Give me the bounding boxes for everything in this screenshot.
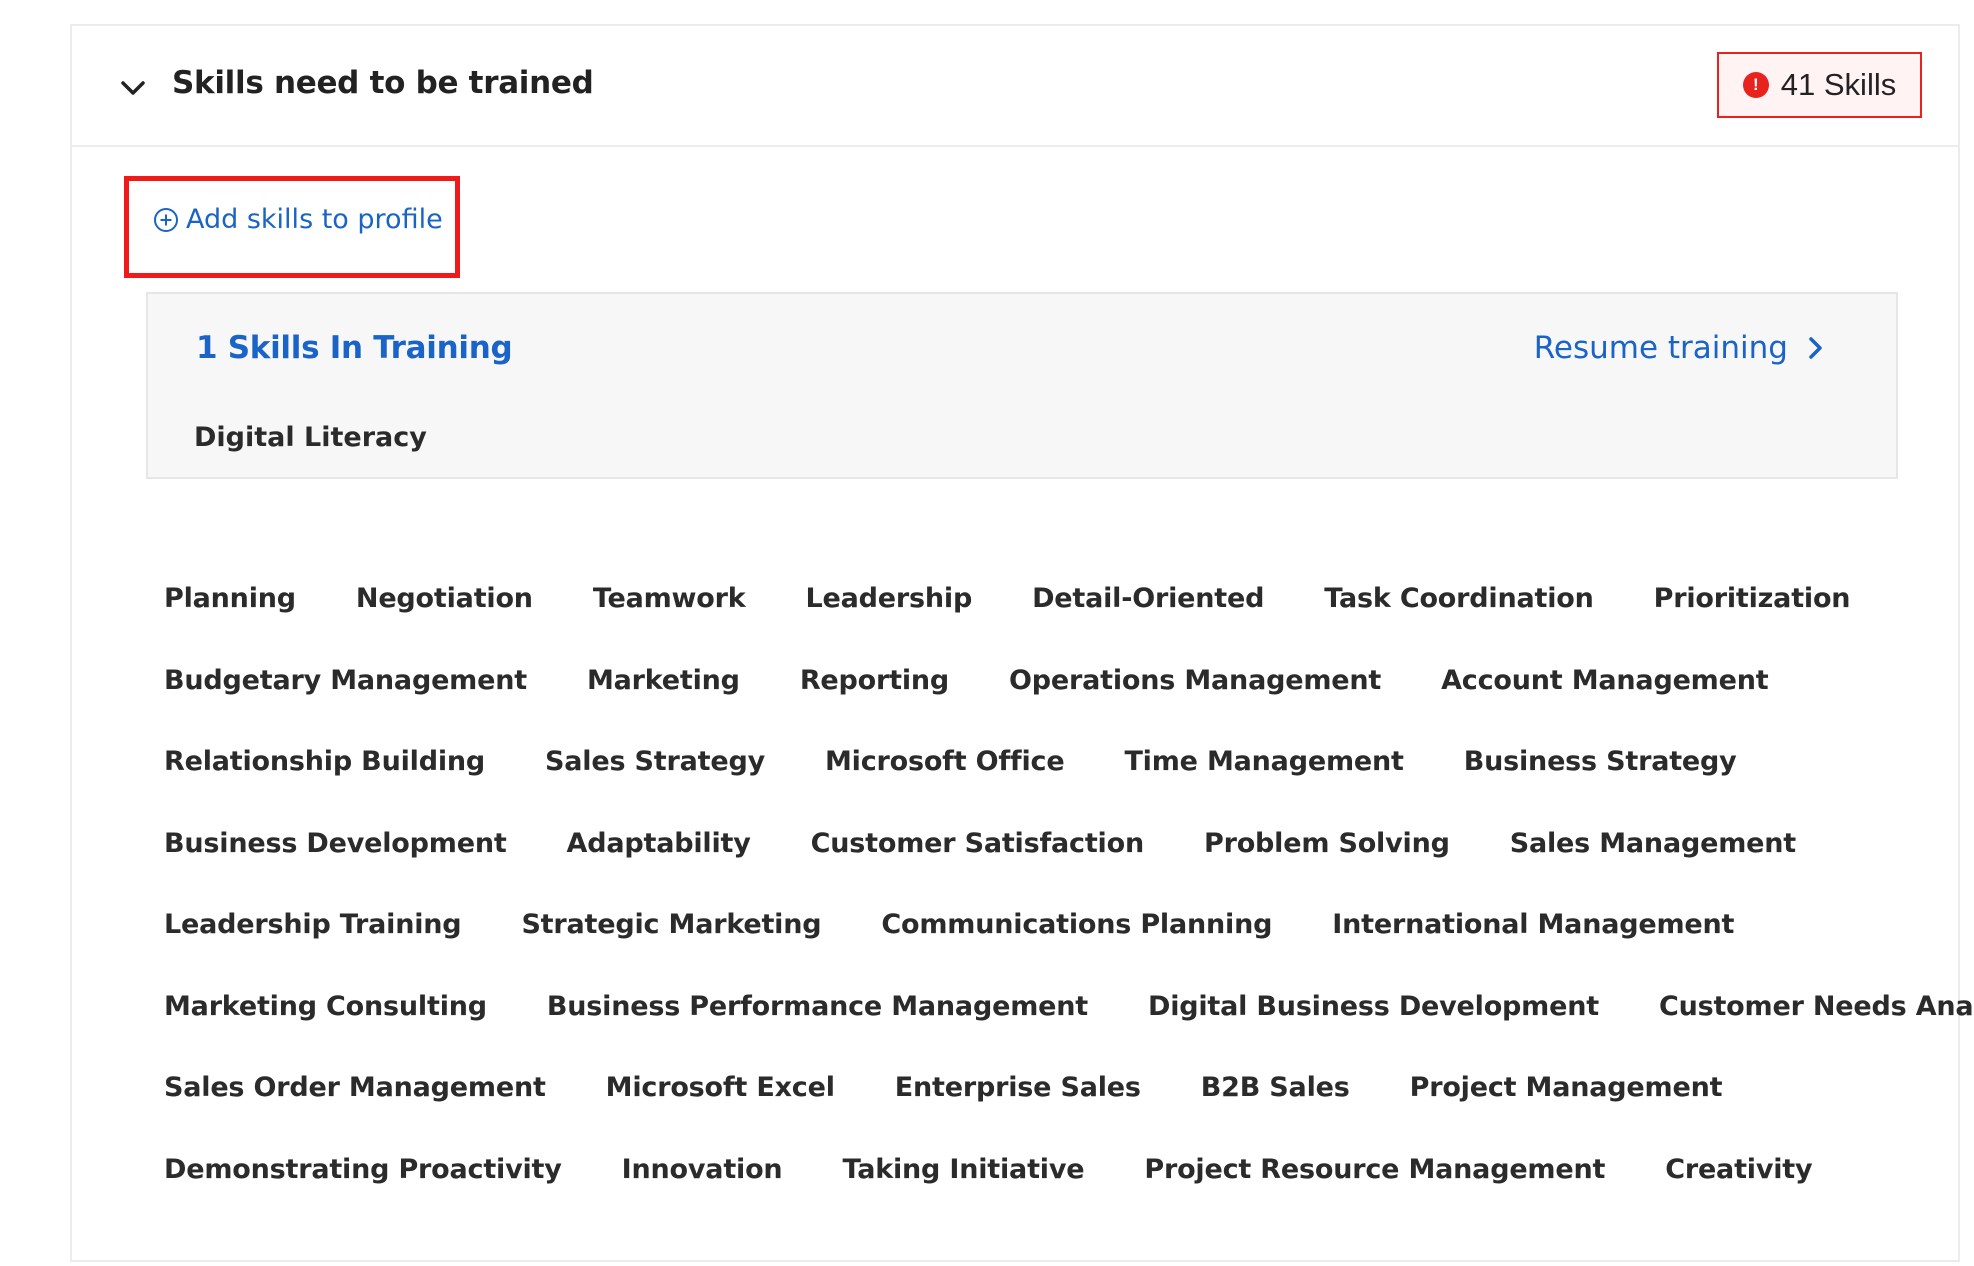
chevron-right-icon <box>1806 332 1826 364</box>
skill-item[interactable]: Negotiation <box>356 582 533 664</box>
skill-item[interactable]: Sales Order Management <box>164 1071 546 1153</box>
skill-item[interactable]: Enterprise Sales <box>895 1071 1141 1153</box>
skills-row: Business Development Adaptability Customer… <box>164 827 1924 909</box>
skill-item[interactable]: Leadership Training <box>164 908 462 990</box>
skill-item[interactable]: Digital Business Development <box>1148 990 1599 1072</box>
training-skill-item: Digital Literacy <box>194 422 427 453</box>
skill-item[interactable]: Business Strategy <box>1464 745 1737 827</box>
skill-item[interactable]: Creativity <box>1665 1153 1812 1235</box>
skill-item[interactable]: Operations Management <box>1009 664 1381 746</box>
resume-training-label: Resume training <box>1533 330 1788 366</box>
skill-item[interactable]: Business Development <box>164 827 507 909</box>
skill-item[interactable]: Microsoft Office <box>825 745 1065 827</box>
add-skills-label: Add skills to profile <box>186 204 443 235</box>
skill-item[interactable]: B2B Sales <box>1201 1071 1350 1153</box>
skill-item[interactable]: Time Management <box>1124 745 1403 827</box>
skill-item[interactable]: Demonstrating Proactivity <box>164 1153 562 1235</box>
section-title: Skills need to be trained <box>172 65 594 101</box>
chevron-down-icon[interactable] <box>117 72 149 104</box>
skill-item[interactable]: Reporting <box>800 664 949 746</box>
skill-item[interactable]: Customer Needs Analysis <box>1659 990 1974 1072</box>
skills-panel: Skills need to be trained ! 41 Skills Ad… <box>70 24 1974 1262</box>
skill-item[interactable]: Microsoft Excel <box>606 1071 835 1153</box>
resume-training-link[interactable]: Resume training <box>1534 330 1826 366</box>
skill-item[interactable]: Communications Planning <box>881 908 1272 990</box>
skill-item[interactable]: Problem Solving <box>1204 827 1450 909</box>
skills-list: Planning Negotiation Teamwork Leadership Det… <box>164 582 1974 1235</box>
skills-in-training-title[interactable]: 1 Skills In Training <box>196 330 513 366</box>
skills-row: Budgetary Management Marketing Reporting Op… <box>164 664 1924 746</box>
skills-row: Marketing Consulting Business Performance… <box>164 990 1974 1072</box>
skill-item[interactable]: Marketing Consulting <box>164 990 487 1072</box>
skill-item[interactable]: Detail-Oriented <box>1032 582 1264 664</box>
skill-item[interactable]: Project Resource Management <box>1144 1153 1605 1235</box>
skill-item[interactable]: Taking Initiative <box>842 1153 1084 1235</box>
alert-circle-icon: ! <box>1742 72 1769 98</box>
add-skills-link[interactable]: Add skills to profile <box>152 204 443 235</box>
skill-item[interactable]: Sales Management <box>1510 827 1796 909</box>
skill-item[interactable]: International Management <box>1332 908 1734 990</box>
skill-item[interactable]: Budgetary Management <box>164 664 527 746</box>
skills-row: Demonstrating Proactivity Innovation Takin… <box>164 1153 1924 1235</box>
skills-row: Planning Negotiation Teamwork Leadership Det… <box>164 582 1924 664</box>
skill-item[interactable]: Business Performance Management <box>547 990 1088 1072</box>
skills-count-badge: ! 41 Skills <box>1717 52 1922 118</box>
plus-circle-icon <box>152 206 180 234</box>
skill-item[interactable]: Prioritization <box>1654 582 1851 664</box>
skill-item[interactable]: Adaptability <box>567 827 751 909</box>
skill-item[interactable]: Project Management <box>1410 1071 1723 1153</box>
skill-item[interactable]: Leadership <box>806 582 973 664</box>
skill-item[interactable]: Customer Satisfaction <box>811 827 1145 909</box>
skill-item[interactable]: Task Coordination <box>1324 582 1594 664</box>
skill-item[interactable]: Marketing <box>587 664 740 746</box>
skills-row: Relationship Building Sales Strategy Micro… <box>164 745 1924 827</box>
skills-in-training-card: 1 Skills In Training Resume training Dig… <box>146 292 1898 479</box>
skill-item[interactable]: Teamwork <box>593 582 746 664</box>
skill-item[interactable]: Strategic Marketing <box>521 908 821 990</box>
skill-item[interactable]: Relationship Building <box>164 745 485 827</box>
skills-row: Leadership Training Strategic Marketing Co… <box>164 908 1924 990</box>
skill-item[interactable]: Sales Strategy <box>545 745 765 827</box>
skill-item[interactable]: Account Management <box>1441 664 1769 746</box>
skill-item[interactable]: Innovation <box>622 1153 783 1235</box>
skills-row: Sales Order Management Microsoft Excel Ent… <box>164 1071 1924 1153</box>
skills-count-text: 41 Skills <box>1780 67 1897 102</box>
skills-panel-header[interactable]: Skills need to be trained ! 41 Skills <box>72 26 1958 147</box>
skill-item[interactable]: Planning <box>164 582 296 664</box>
